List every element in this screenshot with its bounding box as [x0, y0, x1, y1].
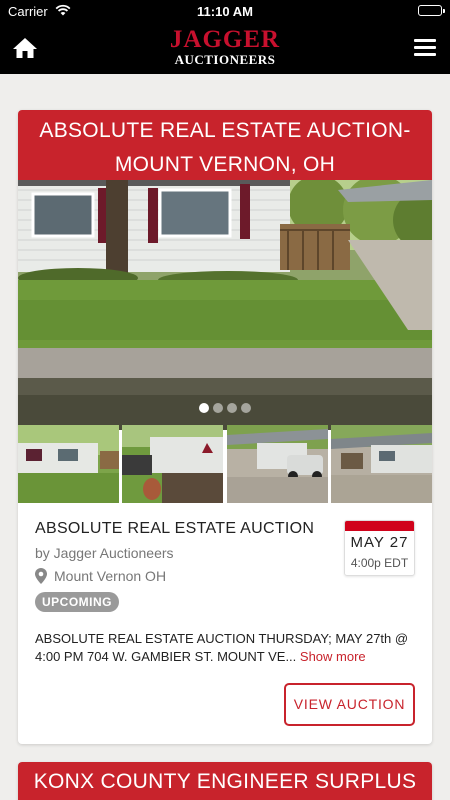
carousel-dot[interactable] — [227, 403, 237, 413]
auction-card-title[interactable]: ABSOLUTE REAL ESTATE AUCTION- MOUNT VERN… — [18, 110, 432, 180]
calendar-header-bar — [345, 521, 414, 531]
house-photo — [18, 180, 432, 430]
carousel-dot[interactable] — [213, 403, 223, 413]
menu-icon-bar — [414, 46, 436, 49]
status-bar: Carrier 11:10 AM — [0, 0, 450, 22]
auction-photo-carousel[interactable] — [18, 180, 432, 430]
carousel-dot[interactable] — [241, 403, 251, 413]
thumbnail-image[interactable] — [330, 425, 432, 503]
auction-time: 4:00p EDT — [350, 556, 409, 570]
status-badge: UPCOMING — [35, 592, 119, 612]
menu-icon-bar — [414, 39, 436, 42]
logo-text-secondary: AUCTIONEERS — [174, 52, 276, 67]
location-text: Mount Vernon OH — [54, 568, 167, 584]
thumbnail-strip — [18, 425, 432, 503]
app-header: JAGGER AUCTIONEERS — [0, 22, 450, 74]
auction-card[interactable]: ABSOLUTE REAL ESTATE AUCTION- MOUNT VERN… — [18, 110, 432, 744]
show-more-link[interactable]: Show more — [300, 649, 366, 664]
menu-icon-bar — [414, 53, 436, 56]
clock: 11:10 AM — [197, 4, 253, 19]
thumbnail-image[interactable] — [226, 425, 328, 503]
view-auction-button[interactable]: VIEW AUCTION — [284, 683, 415, 726]
auction-info: ABSOLUTE REAL ESTATE AUCTION by Jagger A… — [35, 520, 335, 612]
brand-logo[interactable]: JAGGER AUCTIONEERS — [0, 27, 450, 66]
auctioneer-name: by Jagger Auctioneers — [35, 545, 174, 561]
auction-name[interactable]: ABSOLUTE REAL ESTATE AUCTION — [35, 520, 335, 538]
location-pin-icon — [35, 568, 47, 584]
auction-date-box: MAY 27 4:00p EDT — [344, 520, 415, 576]
auction-card-title[interactable]: KONX COUNTY ENGINEER SURPLUS — [18, 762, 432, 800]
battery-icon — [418, 5, 445, 16]
auction-description: ABSOLUTE REAL ESTATE AUCTION THURSDAY; M… — [35, 630, 420, 666]
auction-date: MAY 27 — [350, 534, 409, 551]
logo-text-primary: JAGGER — [169, 26, 281, 53]
carousel-indicator — [18, 400, 432, 418]
carousel-dot[interactable] — [199, 403, 209, 413]
auction-location: Mount Vernon OH — [35, 568, 335, 584]
thumbnail-image[interactable] — [122, 425, 224, 503]
thumbnail-image[interactable] — [18, 425, 119, 503]
auction-card[interactable]: KONX COUNTY ENGINEER SURPLUS — [18, 762, 432, 800]
hamburger-menu-button[interactable] — [414, 39, 436, 57]
